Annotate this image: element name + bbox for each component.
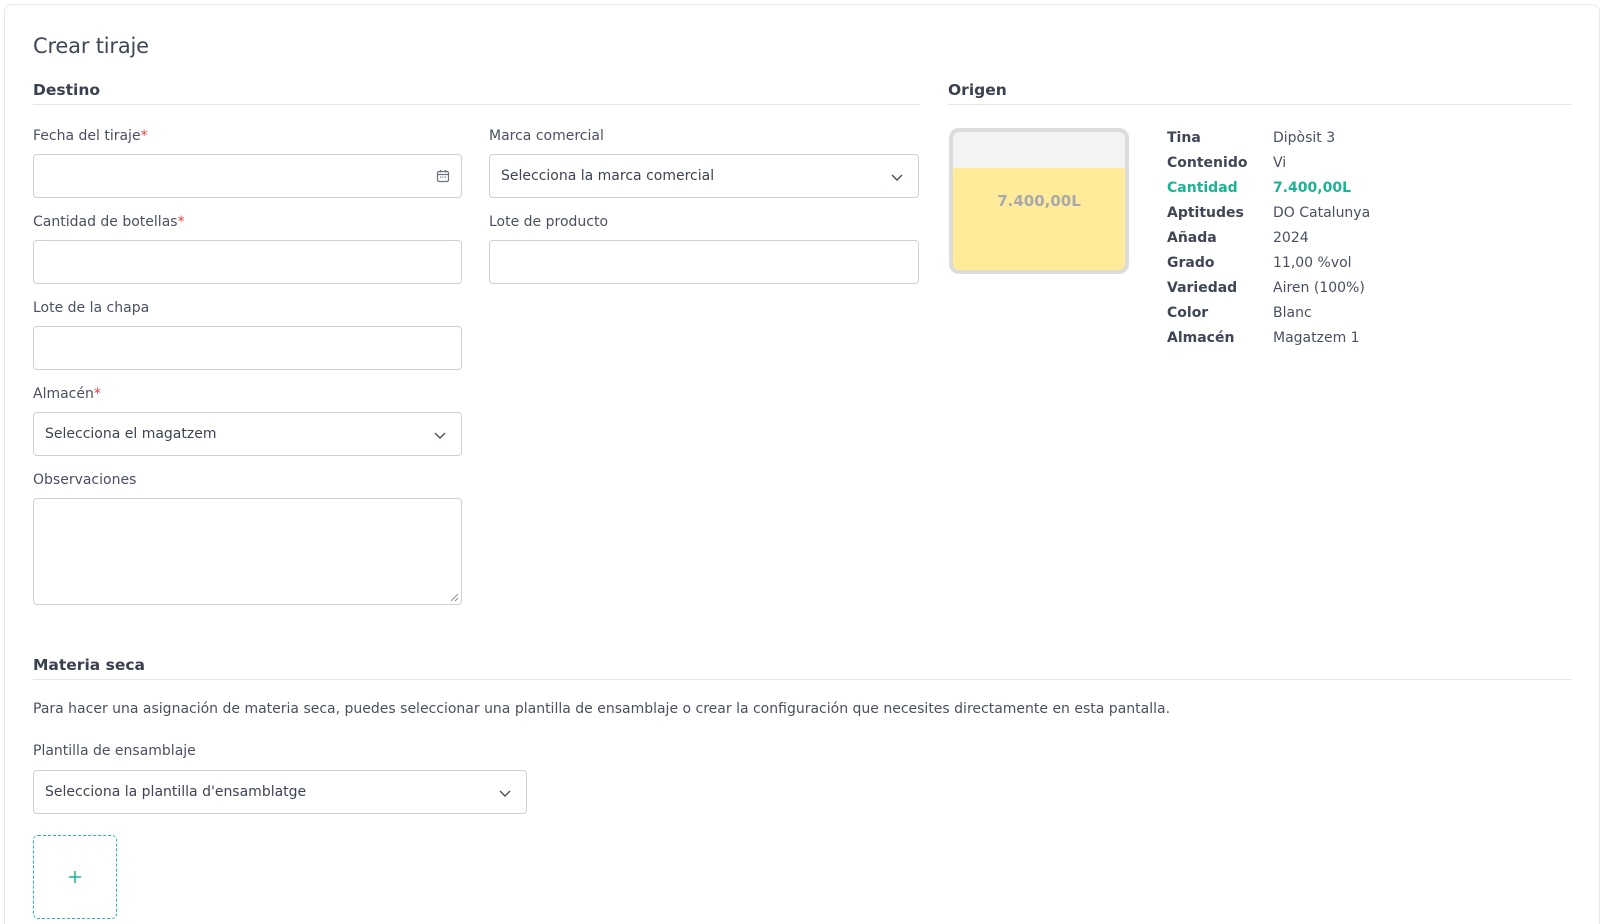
- observaciones-field[interactable]: [33, 498, 462, 605]
- fecha-field[interactable]: [33, 154, 462, 198]
- chevron-down-icon: [499, 790, 511, 797]
- tank-volume-label: 7.400,00L: [997, 192, 1081, 210]
- chevron-down-icon: [434, 432, 446, 439]
- origen-info-value: Dipòsit 3: [1273, 130, 1336, 146]
- origen-info-value: Blanc: [1273, 305, 1312, 321]
- observaciones-label: Observaciones: [33, 472, 137, 488]
- lote-chapa-label: Lote de la chapa: [33, 300, 150, 316]
- lote-chapa-input[interactable]: [34, 327, 461, 369]
- plus-icon: [69, 871, 81, 883]
- origen-info-key: Añada: [1167, 230, 1217, 246]
- add-materia-seca-button[interactable]: [33, 835, 117, 919]
- lote-chapa-field[interactable]: [33, 326, 462, 370]
- section-title-destino: Destino: [33, 81, 101, 99]
- plantilla-select-value: Selecciona la plantilla d'ensamblatge: [45, 784, 307, 800]
- almacen-select[interactable]: Selecciona el magatzem: [33, 412, 462, 456]
- observaciones-textarea[interactable]: [34, 499, 461, 604]
- materia-seca-divider: [33, 679, 1571, 680]
- origen-info-key: Aptitudes: [1167, 205, 1244, 221]
- origen-info-key: Almacén: [1167, 330, 1235, 346]
- origen-info-value: Vi: [1273, 155, 1287, 171]
- origen-info-key: Cantidad: [1167, 180, 1238, 196]
- origen-info-value: DO Catalunya: [1273, 205, 1371, 221]
- origen-info-key: Grado: [1167, 255, 1215, 271]
- chevron-down-icon: [891, 174, 903, 181]
- tank-fill: [953, 167, 1125, 270]
- lote-producto-input[interactable]: [490, 241, 918, 283]
- resize-handle-icon[interactable]: [449, 592, 459, 602]
- lote-producto-label: Lote de producto: [489, 214, 609, 230]
- almacen-label: Almacén*: [33, 386, 101, 402]
- marca-select-value: Selecciona la marca comercial: [501, 168, 715, 184]
- marca-label: Marca comercial: [489, 128, 604, 144]
- origen-info-value: Airen (100%): [1273, 280, 1365, 296]
- section-title-origen: Origen: [948, 81, 1007, 99]
- fecha-label: Fecha del tiraje*: [33, 128, 148, 144]
- origen-info-value: Magatzem 1: [1273, 330, 1360, 346]
- fecha-input[interactable]: [34, 155, 461, 197]
- tank-visual: 7.400,00L: [949, 128, 1129, 274]
- plantilla-label: Plantilla de ensamblaje: [33, 743, 196, 759]
- destino-divider: [33, 104, 920, 105]
- origen-info-key: Variedad: [1167, 280, 1238, 296]
- origen-info-value: 2024: [1273, 230, 1309, 246]
- origen-info-key: Contenido: [1167, 155, 1248, 171]
- materia-seca-description: Para hacer una asignación de materia sec…: [33, 701, 1171, 717]
- origen-info-value: 7.400,00L: [1273, 180, 1352, 196]
- marca-select[interactable]: Selecciona la marca comercial: [489, 154, 919, 198]
- plantilla-select[interactable]: Selecciona la plantilla d'ensamblatge: [33, 770, 527, 814]
- botellas-input[interactable]: [34, 241, 461, 283]
- botellas-label: Cantidad de botellas*: [33, 214, 185, 230]
- section-title-materia-seca: Materia seca: [33, 656, 146, 674]
- almacen-select-value: Selecciona el magatzem: [45, 426, 217, 442]
- botellas-field[interactable]: [33, 240, 462, 284]
- origen-info-key: Color: [1167, 305, 1209, 321]
- page-title: Crear tiraje: [33, 34, 149, 58]
- lote-producto-field[interactable]: [489, 240, 919, 284]
- origen-info-value: 11,00 %vol: [1273, 255, 1352, 271]
- origen-info-key: Tina: [1167, 130, 1201, 146]
- origen-divider: [948, 104, 1571, 105]
- calendar-icon[interactable]: [435, 168, 451, 184]
